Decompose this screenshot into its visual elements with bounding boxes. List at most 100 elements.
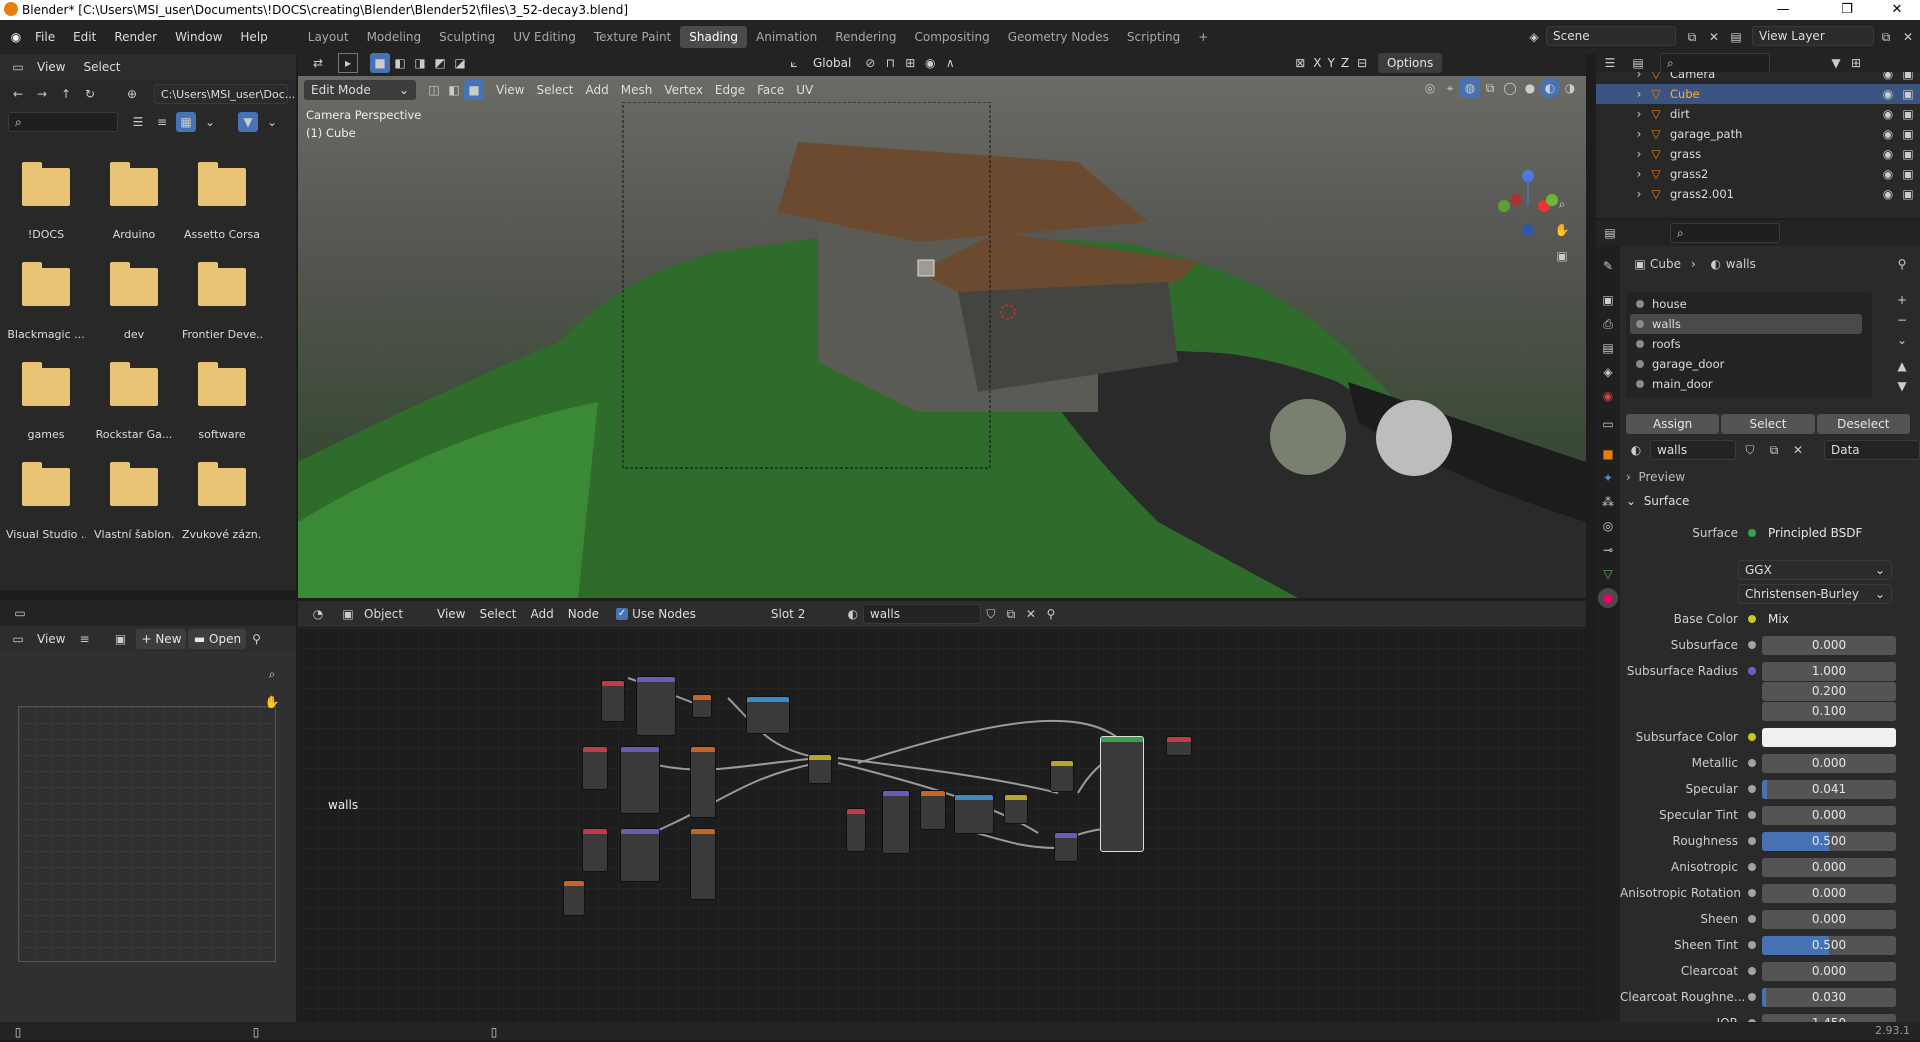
parent-dir-icon[interactable]: ↑ (56, 84, 76, 104)
menu-edit[interactable]: Edit (64, 30, 105, 44)
socket-icon[interactable] (1748, 759, 1756, 767)
remove-view-layer-icon[interactable]: ✕ (1898, 27, 1918, 47)
node-texture-coord-3[interactable] (582, 828, 608, 872)
orientation-dropdown[interactable]: Global (804, 56, 860, 70)
viewport-menu-add[interactable]: Add (580, 83, 615, 97)
node-menu-node[interactable]: Node (561, 607, 606, 621)
render-icon[interactable]: ▣ (1898, 104, 1918, 124)
mirror-x[interactable]: X (1310, 56, 1324, 70)
expand-icon[interactable]: › (1632, 84, 1646, 104)
render-tab-icon[interactable]: ▣ (1598, 290, 1618, 310)
output-tab-icon[interactable]: ⎙ (1598, 314, 1618, 334)
new-scene-icon[interactable]: ⧉ (1682, 27, 1702, 47)
outliner-item[interactable]: › ▽ grass2 ◉ ▣ (1596, 164, 1920, 184)
unlink-material-icon[interactable]: ✕ (1021, 604, 1041, 624)
display-mode-icon[interactable]: ▤ (1628, 53, 1648, 73)
mirror-icon[interactable]: ⊠ (1290, 53, 1310, 73)
node-mapping-1[interactable] (636, 676, 676, 736)
material-tab-icon[interactable]: ● (1598, 588, 1618, 608)
tab-texture-paint[interactable]: Texture Paint (585, 26, 680, 48)
value-slider[interactable]: 0.100 (1762, 701, 1896, 721)
viewport-menu-face[interactable]: Face (751, 83, 790, 97)
node-menu-add[interactable]: Add (524, 607, 561, 621)
socket-icon[interactable] (1748, 687, 1756, 695)
outliner-item[interactable]: › ▽ grass2.001 ◉ ▣ (1596, 184, 1920, 204)
tab-uv-editing[interactable]: UV Editing (504, 26, 585, 48)
socket-icon[interactable] (1748, 733, 1756, 741)
value-slider[interactable]: 0.200 (1762, 681, 1896, 701)
camera-view-icon[interactable]: ▣ (1552, 246, 1572, 266)
pan-hand-icon[interactable]: ✋ (1552, 220, 1572, 240)
socket-icon[interactable] (1748, 863, 1756, 871)
open-image-button[interactable]: ▬ Open (188, 629, 247, 649)
socket-icon[interactable] (1748, 915, 1756, 923)
distribution-dropdown[interactable]: GGX ⌄ (1738, 560, 1892, 580)
node-math-1[interactable] (692, 694, 712, 718)
folder-item[interactable]: !DOCS (6, 162, 86, 241)
preview-panel-header[interactable]: › Preview (1626, 470, 1685, 484)
folder-item[interactable]: games (6, 362, 86, 441)
slot-specials-icon[interactable]: ⌄ (1892, 330, 1912, 350)
file-search-input[interactable]: ⌕ (8, 112, 118, 132)
value-slider[interactable]: 0.500 (1762, 935, 1896, 955)
options-dropdown[interactable]: Options (1378, 53, 1443, 73)
node-menu-view[interactable]: View (430, 607, 472, 621)
3d-viewport[interactable]: Edit Mode ⌄ ◫ ◧ ■ View Select Add Mesh Vertex… (298, 76, 1586, 598)
tool-settings-icon[interactable]: ⇄ (308, 53, 328, 73)
node-editor-canvas[interactable]: walls (298, 628, 1586, 1022)
refresh-icon[interactable]: ↻ (80, 84, 100, 104)
auto-merge-icon[interactable]: ⊟ (1352, 53, 1372, 73)
scene-icon[interactable]: ◈ (1524, 27, 1544, 47)
folder-item[interactable]: dev (94, 262, 174, 341)
viewport-menu-edge[interactable]: Edge (709, 83, 751, 97)
snap-icon[interactable]: ⊓ (880, 53, 900, 73)
select-mode-invert-icon[interactable]: ◩ (430, 53, 450, 73)
unlink-material-icon[interactable]: ✕ (1788, 440, 1808, 460)
viewport-menu-uv[interactable]: UV (790, 83, 819, 97)
socket-icon[interactable] (1748, 967, 1756, 975)
outliner-type-icon[interactable]: ☰ (1600, 53, 1620, 73)
value-slider[interactable]: 0.041 (1762, 779, 1896, 799)
value-slider[interactable]: 0.000 (1762, 883, 1896, 903)
gizmo-toggle-icon[interactable]: ⌖ (1440, 78, 1460, 98)
wireframe-shading-icon[interactable]: ◯ (1500, 78, 1520, 98)
pin-icon[interactable]: ⚲ (1041, 604, 1061, 624)
menu-help[interactable]: Help (231, 30, 276, 44)
viewport-menu-mesh[interactable]: Mesh (615, 83, 659, 97)
image-editor-canvas[interactable]: ⌕ ✋ (0, 652, 296, 1022)
slot-dropdown[interactable]: Slot 2 (765, 604, 837, 624)
properties-type-icon[interactable]: ▤ (1600, 223, 1620, 243)
scene-field[interactable]: Scene (1546, 26, 1676, 46)
folder-item[interactable]: Frontier Deve... (182, 262, 262, 341)
socket-icon[interactable] (1748, 615, 1756, 623)
duplicate-material-icon[interactable]: ⧉ (1001, 604, 1021, 624)
material-browse-icon[interactable]: ◐ (843, 604, 863, 624)
expand-icon[interactable]: › (1632, 72, 1646, 84)
close-button[interactable]: ✕ (1874, 0, 1920, 20)
solid-shading-icon[interactable]: ● (1520, 78, 1540, 98)
image-view-menu[interactable]: View (28, 632, 74, 646)
assign-button[interactable]: Assign (1626, 414, 1720, 434)
mirror-z[interactable]: Z (1338, 56, 1352, 70)
node-noise-1[interactable] (920, 790, 946, 830)
tab-modeling[interactable]: Modeling (358, 26, 431, 48)
new-collection-icon[interactable]: ⊞ (1846, 53, 1866, 73)
fake-user-icon[interactable]: ⛉ (1740, 440, 1760, 460)
pan-hand-icon[interactable]: ✋ (262, 692, 282, 712)
view-layer-tab-icon[interactable]: ▤ (1598, 338, 1618, 358)
pivot-icon[interactable]: ⊘ (860, 53, 880, 73)
folder-item[interactable]: software (182, 362, 262, 441)
node-mix-3[interactable] (1050, 760, 1074, 792)
properties-search-input[interactable]: ⌕ (1670, 223, 1780, 243)
link-dropdown[interactable]: Data (1824, 440, 1920, 460)
node-mapping-2[interactable] (620, 746, 660, 814)
particles-tab-icon[interactable]: ⁂ (1598, 492, 1618, 512)
vertex-select-icon[interactable]: ◫ (424, 80, 444, 100)
editor-type-icon[interactable]: ▭ (8, 57, 28, 77)
maximize-button[interactable]: ❐ (1824, 0, 1870, 20)
socket-icon[interactable] (1748, 707, 1756, 715)
render-icon[interactable]: ▣ (1898, 124, 1918, 144)
forward-icon[interactable]: → (32, 84, 52, 104)
image-browse-icon[interactable]: ▣ (110, 629, 130, 649)
minimize-button[interactable]: — (1760, 0, 1806, 20)
